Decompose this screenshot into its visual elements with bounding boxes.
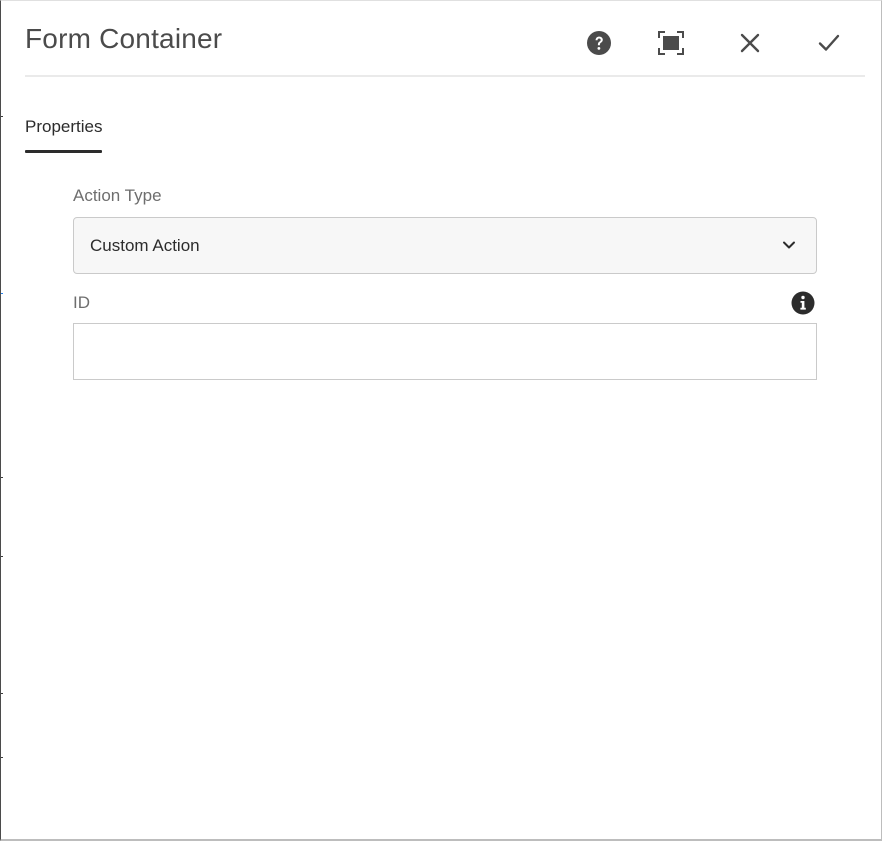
action-type-value: Custom Action	[90, 236, 200, 255]
edge-mark	[1, 693, 3, 694]
fullscreen-icon	[658, 31, 684, 55]
close-icon	[740, 33, 760, 53]
id-input[interactable]	[73, 323, 817, 380]
chevron-down-icon	[783, 241, 795, 249]
dialog: Form Container Properties Action Type Cu…	[0, 0, 882, 841]
action-type-select[interactable]: Custom Action	[73, 217, 817, 274]
fullscreen-button[interactable]	[651, 23, 691, 63]
dialog-header: Form Container	[25, 1, 865, 77]
edge-mark	[1, 477, 3, 478]
action-type-label: Action Type	[73, 186, 162, 205]
tab-list: Properties	[25, 109, 103, 153]
tab-properties[interactable]: Properties	[25, 109, 103, 153]
help-button[interactable]	[579, 23, 619, 63]
edge-mark	[1, 757, 3, 758]
done-button[interactable]	[809, 23, 849, 63]
edge-mark	[1, 293, 3, 294]
tab-selected-indicator	[25, 150, 103, 153]
id-field-label: ID	[73, 293, 90, 312]
checkmark-icon	[818, 34, 840, 51]
edge-mark	[1, 116, 3, 117]
tab-label: Properties	[25, 117, 103, 136]
close-button[interactable]	[730, 23, 770, 63]
info-icon[interactable]	[791, 291, 815, 315]
help-circle-icon	[587, 31, 611, 55]
edge-mark	[1, 556, 3, 557]
dialog-title: Form Container	[25, 23, 223, 54]
